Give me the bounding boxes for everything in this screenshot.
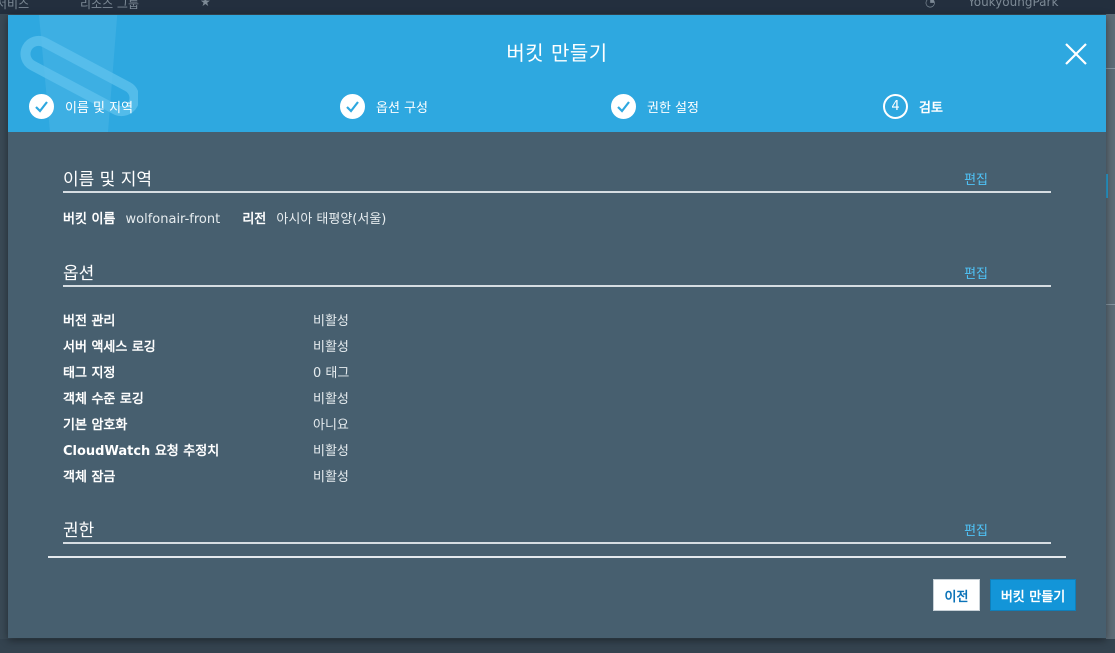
background-top-bar: 서비스 리소스 그룹 ★ ◔ YoukyoungPark <box>0 0 1115 14</box>
option-value: 0 태그 <box>313 366 350 381</box>
user-menu[interactable]: YoukyoungPark <box>968 0 1058 9</box>
step-permissions[interactable]: 권한 설정 <box>611 93 699 119</box>
step-label: 이름 및 지역 <box>65 100 134 116</box>
section-header: 옵션 편집 <box>63 259 1051 287</box>
modal-header: 버킷 만들기 이름 및 지역 옵션 구성 권한 설정 4 검토 <box>8 15 1106 132</box>
step-label: 옵션 구성 <box>376 100 428 116</box>
option-key: 버전 관리 <box>63 314 116 329</box>
check-icon <box>611 93 636 119</box>
check-icon <box>340 93 365 119</box>
option-row: 객체 잠금 비활성 <box>63 466 463 485</box>
edit-options-link[interactable]: 편집 <box>964 263 988 282</box>
pin-icon[interactable]: ★ <box>200 0 211 9</box>
step-number: 4 <box>883 93 908 119</box>
background-page-edge <box>1106 14 1115 653</box>
option-row: 기본 암호화 아니요 <box>63 414 463 433</box>
step-label: 권한 설정 <box>647 100 699 116</box>
section-title: 권한 <box>63 521 95 541</box>
option-key: 서버 액세스 로깅 <box>63 340 156 355</box>
close-icon[interactable] <box>1062 40 1090 68</box>
section-header: 이름 및 지역 편집 <box>63 165 1051 193</box>
background-page-bottom <box>0 639 1115 653</box>
region-label: 리전 <box>242 212 267 227</box>
section-permissions: 권한 편집 <box>63 516 1051 544</box>
option-row: CloudWatch 요청 추정치 비활성 <box>63 440 463 459</box>
option-row: 서버 액세스 로깅 비활성 <box>63 336 463 355</box>
step-review[interactable]: 4 검토 <box>883 93 943 119</box>
step-options[interactable]: 옵션 구성 <box>340 93 428 119</box>
step-name-region[interactable]: 이름 및 지역 <box>29 93 133 119</box>
resource-groups-menu[interactable]: 리소스 그룹 <box>80 0 139 12</box>
check-icon <box>29 93 54 119</box>
footer-divider <box>48 556 1066 558</box>
option-value: 비활성 <box>313 470 349 485</box>
option-key: 객체 수준 로깅 <box>63 392 144 407</box>
edit-name-region-link[interactable]: 편집 <box>964 169 988 188</box>
option-value: 비활성 <box>313 314 349 329</box>
option-row: 객체 수준 로깅 비활성 <box>63 388 463 407</box>
section-title: 이름 및 지역 <box>63 170 153 190</box>
option-key: CloudWatch 요청 추정치 <box>63 444 220 459</box>
option-key: 기본 암호화 <box>63 418 128 433</box>
option-key: 태그 지정 <box>63 366 116 381</box>
create-bucket-modal: 버킷 만들기 이름 및 지역 옵션 구성 권한 설정 4 검토 이름 및 지역 … <box>8 15 1106 638</box>
option-key: 객체 잠금 <box>63 470 116 485</box>
option-row: 태그 지정 0 태그 <box>63 362 463 381</box>
edit-permissions-link[interactable]: 편집 <box>964 520 988 539</box>
bucket-name-label: 버킷 이름 <box>63 212 116 227</box>
option-value: 비활성 <box>313 340 349 355</box>
section-name-region: 이름 및 지역 편집 <box>63 165 1051 193</box>
bell-icon[interactable]: ◔ <box>925 0 935 9</box>
option-value: 비활성 <box>313 444 349 459</box>
bucket-name-row: 버킷 이름 wolfonair-front 리전 아시아 태평양(서울) <box>63 208 386 227</box>
section-title: 옵션 <box>63 264 95 284</box>
option-value: 아니요 <box>313 418 349 433</box>
option-value: 비활성 <box>313 392 349 407</box>
bucket-name-value: wolfonair-front <box>125 212 221 227</box>
region-value: 아시아 태평양(서울) <box>276 212 387 227</box>
section-header: 권한 편집 <box>63 516 1051 544</box>
step-label: 검토 <box>919 100 943 116</box>
previous-button[interactable]: 이전 <box>933 579 980 611</box>
section-options: 옵션 편집 <box>63 259 1051 287</box>
create-bucket-button[interactable]: 버킷 만들기 <box>990 579 1076 611</box>
option-row: 버전 관리 비활성 <box>63 310 463 329</box>
modal-title: 버킷 만들기 <box>506 41 608 65</box>
services-menu[interactable]: 서비스 <box>0 0 29 12</box>
